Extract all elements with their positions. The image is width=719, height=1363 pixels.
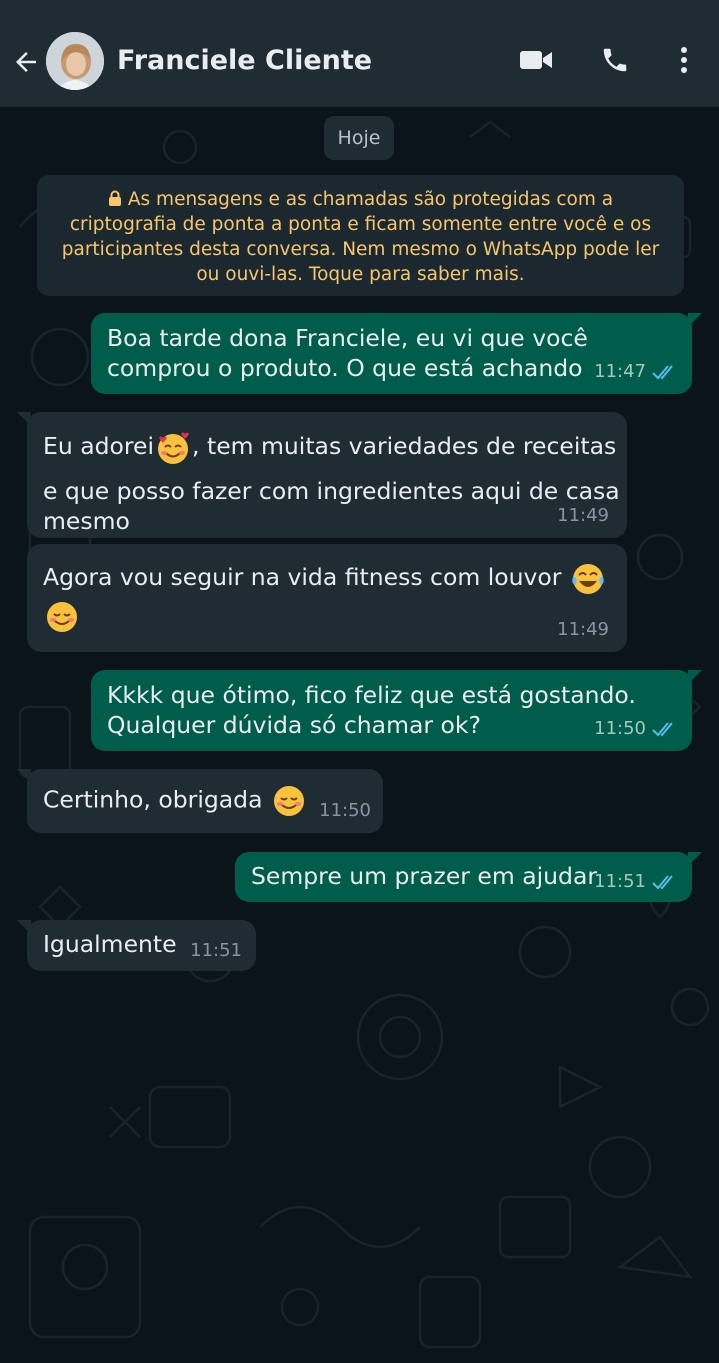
smiling-face-icon (273, 786, 304, 816)
message-incoming[interactable]: Igualmente 11:51 (17, 920, 256, 971)
message-time: 11:49 (557, 505, 609, 526)
encryption-notice-line: ou ouvi-las. Toque para saber mais. (196, 264, 525, 285)
message-text: Agora vou seguir na vida fitness com lou… (43, 563, 562, 591)
video-call-button[interactable] (518, 42, 554, 78)
message-time: 11:47 (594, 361, 646, 382)
message-time: 11:51 (594, 871, 646, 892)
bubble-tail (688, 313, 702, 327)
date-chip: Hoje (324, 116, 394, 160)
back-button[interactable] (8, 44, 44, 80)
double-check-icon (652, 875, 673, 890)
message-time: 11:50 (319, 800, 371, 821)
more-vertical-icon (681, 47, 687, 73)
message-text: e que posso fazer com ingredientes aqui … (43, 477, 620, 505)
encryption-notice-line: As mensagens e as chamadas são protegida… (127, 189, 614, 210)
lock-icon (108, 190, 121, 206)
message-text: Kkkk que ótimo, fico feliz que está gost… (107, 681, 636, 709)
message-outgoing[interactable]: Kkkk que ótimo, fico feliz que está gost… (91, 670, 702, 751)
voice-call-button[interactable] (597, 42, 633, 78)
message-text: Sempre um prazer em ajudar (251, 862, 598, 890)
message-text: Certinho, obrigada (43, 785, 263, 814)
smiling-face-icon (47, 602, 77, 632)
arrow-left-icon (16, 52, 36, 72)
message-time: 11:51 (190, 940, 242, 961)
message-incoming[interactable]: Eu adorei , tem muitas variedades de rece… (17, 412, 627, 538)
message-outgoing[interactable]: Sempre um prazer em ajudar 11:51 (235, 852, 702, 902)
face-with-tears-of-joy-icon (572, 563, 604, 594)
bubble-tail (17, 412, 31, 426)
video-call-icon (520, 51, 552, 69)
bubble-tail (17, 920, 31, 934)
message-text: Boa tarde dona Franciele, eu vi que você (107, 324, 588, 352)
double-check-icon (652, 365, 673, 380)
message-outgoing[interactable]: Boa tarde dona Franciele, eu vi que você… (91, 313, 702, 394)
message-time: 11:50 (594, 718, 646, 739)
double-check-icon (652, 722, 673, 737)
chat-header: Franciele Cliente (0, 0, 719, 107)
message-text: Igualmente (43, 930, 177, 958)
phone-icon (603, 48, 627, 72)
message-text: comprou o produto. O que está achando (107, 354, 583, 382)
more-options-button[interactable] (666, 42, 702, 78)
encryption-notice-line: participantes desta conversa. Nem mesmo … (61, 239, 660, 260)
bubble-tail (688, 852, 702, 866)
message-incoming[interactable]: Certinho, obrigada 11:50 (17, 769, 383, 833)
message-incoming[interactable]: Agora vou seguir na vida fitness com lou… (27, 544, 627, 652)
message-text: Qualquer dúvida só chamar ok? (107, 711, 481, 739)
bubble-tail (17, 769, 31, 783)
contact-name[interactable]: Franciele Cliente (117, 45, 372, 76)
message-time: 11:49 (557, 619, 609, 640)
message-text: , tem muitas variedades de receitas (192, 432, 617, 460)
message-text: mesmo (43, 507, 130, 535)
message-text: Eu adorei (43, 432, 155, 460)
encryption-notice[interactable]: As mensagens e as chamadas são protegida… (37, 175, 684, 296)
encryption-notice-line: criptografia de ponta a ponta e ficam so… (69, 214, 652, 235)
smiling-face-with-hearts-icon (158, 432, 190, 464)
contact-avatar[interactable] (46, 32, 104, 90)
bubble-tail (688, 670, 702, 684)
